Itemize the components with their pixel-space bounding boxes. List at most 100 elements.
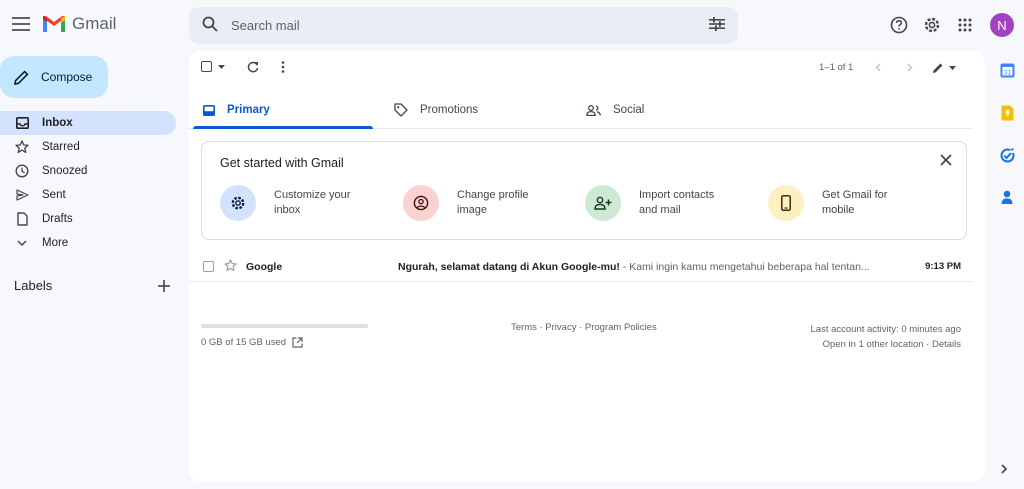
feature-icon-circle xyxy=(585,185,621,221)
avatar[interactable]: N xyxy=(990,13,1014,37)
close-icon[interactable] xyxy=(940,154,952,166)
feature-change-profile-image[interactable]: Change profile image xyxy=(403,184,563,222)
sidebar-item-sent[interactable]: Sent xyxy=(0,183,176,207)
search-input[interactable] xyxy=(231,15,691,35)
policy-links[interactable]: Terms · Privacy · Program Policies xyxy=(511,322,657,333)
gear-icon xyxy=(231,196,245,210)
storage-used-text: 0 GB of 15 GB used xyxy=(201,337,287,348)
chevron-left-icon xyxy=(875,63,881,72)
sidebar-item-label: Inbox xyxy=(42,117,73,129)
feature-label: Customize your inbox xyxy=(274,189,351,216)
newer-button[interactable] xyxy=(875,63,881,72)
sidebar-item-snoozed[interactable]: Snoozed xyxy=(0,159,176,183)
email-snippet: - Kami ingin kamu mengetahui beberapa ha… xyxy=(619,261,870,273)
more-options-button[interactable] xyxy=(281,61,285,73)
search-bar[interactable] xyxy=(189,7,738,44)
plus-icon[interactable] xyxy=(158,279,170,292)
feature-import-contacts[interactable]: Import contacts and mail xyxy=(585,184,745,222)
keep-icon xyxy=(1001,105,1013,121)
sidebar-item-label: Snoozed xyxy=(42,165,88,177)
sidebar-item-starred[interactable]: Starred xyxy=(0,135,176,159)
support-button[interactable] xyxy=(888,14,910,36)
keep-app-button[interactable] xyxy=(999,105,1015,121)
email-subject: Ngurah, selamat datang di Akun Google-mu… xyxy=(398,261,620,273)
email-sender: Google xyxy=(246,261,283,273)
menu-icon xyxy=(12,17,30,31)
account-circle-icon xyxy=(413,195,429,211)
category-tabs: Primary Promotions Social xyxy=(189,91,973,129)
person-add-icon xyxy=(594,196,612,210)
tab-label: Promotions xyxy=(420,104,479,116)
caret-down-icon xyxy=(949,66,956,70)
apps-button[interactable] xyxy=(954,14,976,36)
draft-icon xyxy=(16,212,28,226)
mail-toolbar: 1–1 of 1 xyxy=(189,51,985,85)
search-options-icon[interactable] xyxy=(709,17,725,31)
open-in-new-icon[interactable] xyxy=(292,337,303,348)
pen-icon xyxy=(933,63,943,73)
phone-icon xyxy=(781,195,791,211)
feature-icon-circle xyxy=(220,185,256,221)
tab-label: Social xyxy=(613,104,645,116)
main-menu-button[interactable] xyxy=(10,13,32,35)
other-location-link[interactable]: Open in 1 other location · Details xyxy=(811,337,961,352)
active-tab-indicator xyxy=(193,126,373,129)
sidebar-item-more[interactable]: More xyxy=(0,231,176,255)
sidebar-item-inbox[interactable]: Inbox xyxy=(0,111,176,135)
labels-heading: Labels xyxy=(14,278,53,293)
feature-label: Get Gmail for mobile xyxy=(822,189,888,216)
caret-down-icon[interactable] xyxy=(218,64,225,69)
contacts-icon xyxy=(1001,190,1013,204)
tasks-app-button[interactable] xyxy=(999,147,1015,163)
compose-label: Compose xyxy=(41,70,93,84)
email-checkbox[interactable] xyxy=(203,261,214,272)
expand-side-panel-icon[interactable] xyxy=(1000,464,1008,474)
inbox-icon xyxy=(203,104,215,116)
star-icon[interactable] xyxy=(224,259,237,272)
pagination-range: 1–1 of 1 xyxy=(819,62,854,73)
account-activity: Last account activity: 0 minutes ago Ope… xyxy=(811,322,962,352)
tab-primary[interactable]: Primary xyxy=(203,91,270,129)
calendar-icon: 31 xyxy=(1000,63,1014,77)
feature-icon-circle xyxy=(403,185,439,221)
older-button[interactable] xyxy=(907,63,913,72)
gmail-logo[interactable]: Gmail xyxy=(42,14,116,34)
select-all-checkbox[interactable] xyxy=(201,61,225,72)
chevron-right-icon xyxy=(907,63,913,72)
feature-label: Import contacts and mail xyxy=(639,189,715,216)
contacts-app-button[interactable] xyxy=(999,189,1015,205)
search-icon[interactable] xyxy=(202,16,218,32)
feature-label: Change profile image xyxy=(457,189,529,216)
storage-info[interactable]: 0 GB of 15 GB used xyxy=(201,337,303,348)
sidebar-item-label: Drafts xyxy=(42,213,73,225)
settings-button[interactable] xyxy=(921,14,943,36)
feature-gmail-mobile[interactable]: Get Gmail for mobile xyxy=(768,184,928,222)
inbox-icon xyxy=(15,117,29,129)
compose-button[interactable]: Compose xyxy=(0,56,108,98)
gmail-m-icon xyxy=(43,16,65,32)
sidebar-item-label: Sent xyxy=(42,189,66,201)
svg-text:31: 31 xyxy=(1003,69,1011,76)
input-tools-button[interactable] xyxy=(932,62,956,74)
feature-customize-inbox[interactable]: Customize your inbox xyxy=(220,184,380,222)
email-subject-line: Ngurah, selamat datang di Akun Google-mu… xyxy=(398,261,898,273)
email-row[interactable]: Google Ngurah, selamat datang di Akun Go… xyxy=(189,252,973,282)
tab-promotions[interactable]: Promotions xyxy=(394,91,478,129)
sidebar-item-label: Starred xyxy=(42,141,80,153)
send-icon xyxy=(15,189,29,201)
tab-label: Primary xyxy=(227,104,270,116)
pencil-icon xyxy=(14,69,29,85)
storage-bar xyxy=(201,324,368,328)
refresh-button[interactable] xyxy=(247,61,259,73)
main-panel: 1–1 of 1 Primary Promotions Social Get s… xyxy=(189,51,985,482)
star-icon xyxy=(15,140,29,154)
gear-icon xyxy=(924,17,940,33)
sidebar-item-drafts[interactable]: Drafts xyxy=(0,207,176,231)
calendar-app-button[interactable]: 31 xyxy=(999,62,1015,78)
labels-section: Labels xyxy=(14,278,170,293)
tab-social[interactable]: Social xyxy=(586,91,644,129)
app-name: Gmail xyxy=(72,14,117,33)
get-started-title: Get started with Gmail xyxy=(220,156,344,170)
chevron-down-icon xyxy=(17,239,27,246)
last-activity-text: Last account activity: 0 minutes ago xyxy=(810,324,962,335)
